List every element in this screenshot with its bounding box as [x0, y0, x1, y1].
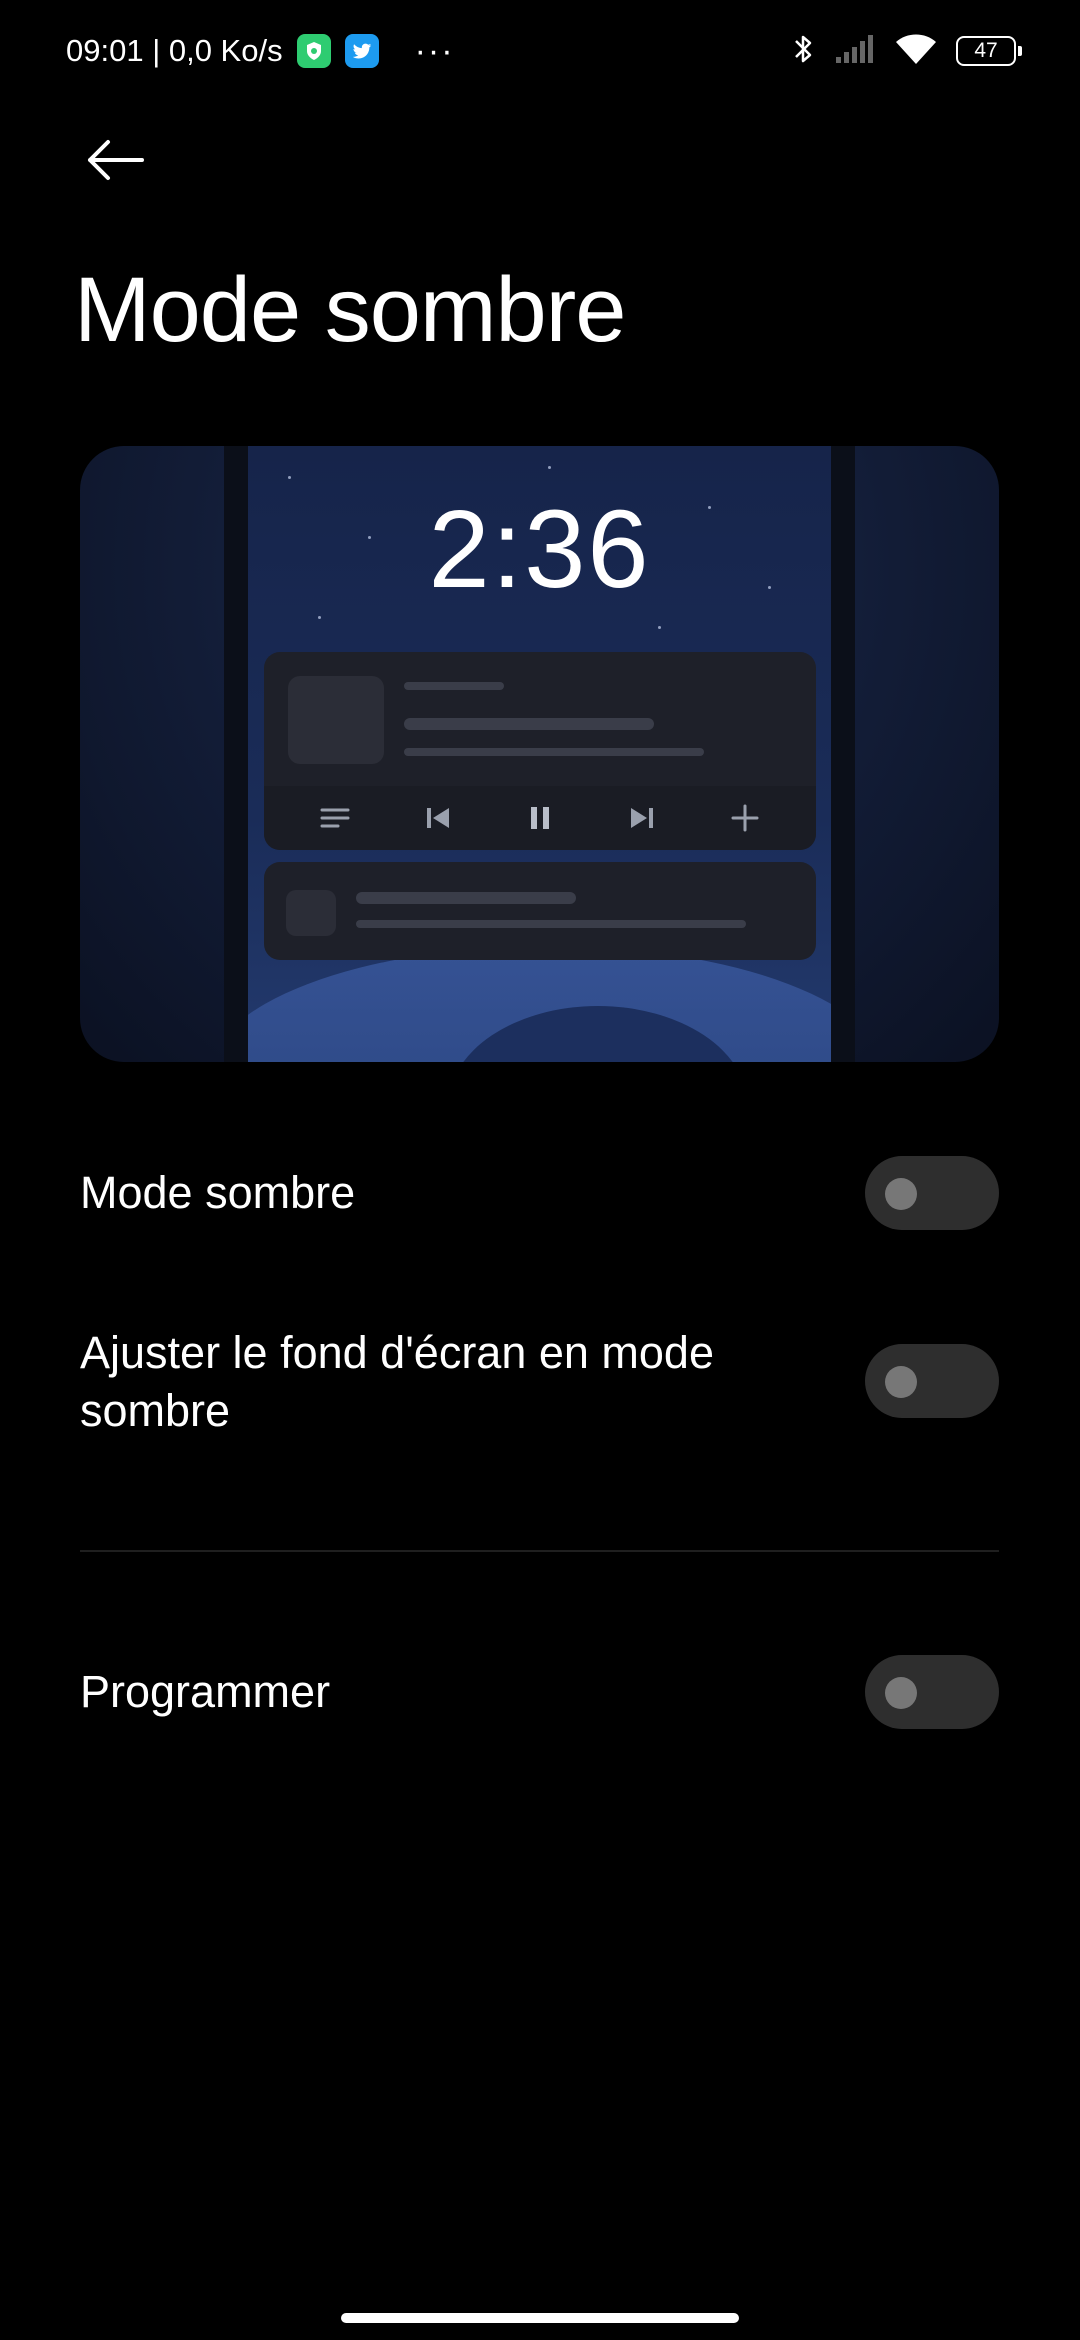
- adjust-wallpaper-label: Ajuster le fond d'écran en mode sombre: [80, 1327, 714, 1436]
- section-divider: [80, 1550, 999, 1552]
- more-notifications-indicator: ···: [414, 32, 455, 70]
- back-button[interactable]: [80, 130, 150, 190]
- dark-mode-preview: 2:36: [80, 446, 999, 1062]
- pause-icon: [520, 798, 560, 838]
- schedule-row[interactable]: Programmer: [80, 1655, 999, 1729]
- status-time-speed: 09:01 | 0,0 Ko/s: [66, 33, 283, 68]
- add-icon: [725, 798, 765, 838]
- schedule-label: Programmer: [80, 1666, 331, 1717]
- adjust-wallpaper-row[interactable]: Ajuster le fond d'écran en mode sombre: [80, 1324, 999, 1444]
- shield-app-icon: [296, 34, 331, 68]
- status-bar: 09:01 | 0,0 Ko/s ··· 47: [0, 0, 1080, 100]
- dark-mode-settings-screen: 09:01 | 0,0 Ko/s ··· 47 Mode sombre 2:36…: [0, 0, 1080, 2340]
- bluetooth-icon: [790, 31, 816, 72]
- status-right: 47: [790, 28, 1022, 74]
- schedule-toggle[interactable]: [865, 1655, 999, 1729]
- preview-notification-icon: [286, 890, 336, 936]
- preview-album-art: [288, 676, 384, 764]
- status-left: 09:01 | 0,0 Ko/s ···: [66, 26, 455, 76]
- preview-lock-time: 2:36: [428, 488, 651, 611]
- previous-icon: [418, 798, 458, 838]
- battery-icon: 47: [956, 36, 1022, 66]
- battery-level: 47: [974, 39, 998, 62]
- playlist-icon: [315, 798, 355, 838]
- preview-media-card: [264, 652, 816, 850]
- wifi-icon: [894, 32, 938, 71]
- page-title: Mode sombre: [74, 259, 626, 361]
- preview-phone-edge-right: [831, 446, 855, 1062]
- toggle-knob: [885, 1677, 917, 1709]
- preview-notification-card: [264, 862, 816, 960]
- dark-mode-row[interactable]: Mode sombre: [80, 1156, 999, 1230]
- adjust-wallpaper-toggle[interactable]: [865, 1344, 999, 1418]
- home-indicator[interactable]: [341, 2313, 739, 2323]
- toggle-knob: [885, 1366, 917, 1398]
- dark-mode-toggle[interactable]: [865, 1156, 999, 1230]
- next-icon: [622, 798, 662, 838]
- signal-icon: [834, 33, 876, 70]
- twitter-icon: [344, 34, 379, 68]
- dark-mode-label: Mode sombre: [80, 1167, 356, 1218]
- arrow-left-icon: [88, 140, 144, 180]
- preview-lockscreen: 2:36: [248, 446, 831, 1062]
- preview-phone-edge-left: [224, 446, 248, 1062]
- preview-media-controls: [264, 786, 816, 850]
- toggle-knob: [885, 1178, 917, 1210]
